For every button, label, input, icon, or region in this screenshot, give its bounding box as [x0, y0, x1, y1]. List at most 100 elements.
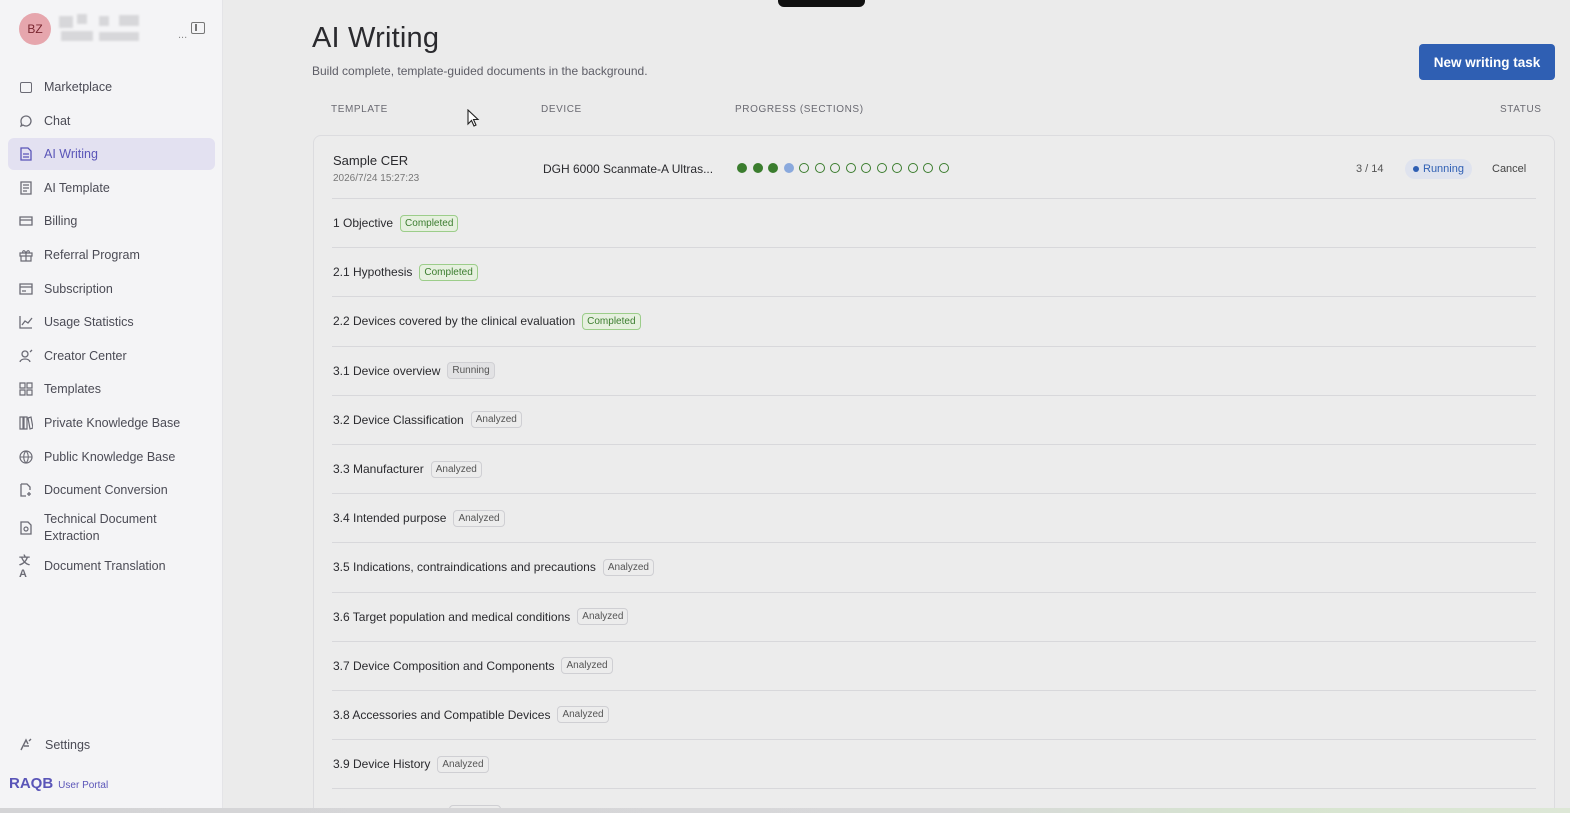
- section-status-badge: Analyzed: [453, 509, 505, 527]
- sidebar-item-label: Document Translation: [44, 558, 166, 573]
- section-row[interactable]: 3.2 Device Classification Analyzed: [332, 394, 1536, 444]
- sidebar-item-ai-template[interactable]: AI Template: [8, 172, 215, 204]
- section-progress: [737, 163, 954, 173]
- task-device: DGH 6000 Scanmate-A Ultras...: [543, 162, 714, 176]
- section-row[interactable]: 3.1 Device overview Running: [332, 345, 1536, 395]
- subscription-icon: [19, 282, 33, 296]
- progress-dot: [830, 163, 840, 173]
- section-row[interactable]: 3.8 Accessories and Compatible Devices An…: [332, 689, 1536, 739]
- progress-dot: [799, 163, 809, 173]
- section-row[interactable]: 2.2 Devices covered by the clinical eval…: [332, 296, 1536, 345]
- sidebar-item-templates[interactable]: Templates: [8, 373, 215, 405]
- progress-dot: [938, 163, 949, 173]
- section-row[interactable]: 1 Objective Completed: [332, 198, 1536, 247]
- progress-dot: [737, 163, 747, 173]
- section-status-badge: Analyzed: [561, 657, 613, 675]
- sidebar-item-technical-document-extraction[interactable]: Technical Document Extraction: [8, 508, 215, 548]
- section-row[interactable]: 2.1 Hypothesis Completed: [332, 247, 1536, 296]
- gift-icon: [19, 248, 33, 262]
- sidebar-item-label: Private Knowledge Base: [44, 415, 181, 430]
- section-row[interactable]: 3.6 Target population and medical condit…: [332, 591, 1536, 641]
- task-date: 2026/7/24 15:27:23: [333, 173, 420, 184]
- task-card[interactable]: Sample CER 2026/7/24 15:27:23 DGH 6000 S…: [313, 135, 1555, 813]
- column-header-template[interactable]: TEMPLATE: [331, 104, 388, 115]
- section-title: 3.5 Indications, contraindications and p…: [333, 560, 596, 575]
- sidebar-item-private-knowledge-base[interactable]: Private Knowledge Base: [8, 407, 215, 439]
- section-row[interactable]: 3.3 Manufacturer Analyzed: [332, 443, 1536, 493]
- user-icon: [19, 349, 33, 363]
- sidebar-item-document-translation[interactable]: 文A Document Translation: [8, 550, 215, 582]
- progress-dot: [892, 163, 902, 173]
- section-row[interactable]: 3.4 Intended purpose Analyzed: [332, 493, 1536, 542]
- sidebar-item-document-conversion[interactable]: Document Conversion: [8, 474, 215, 506]
- sidebar-item-subscription[interactable]: Subscription: [8, 273, 215, 305]
- sidebar-item-label: Document Conversion: [44, 483, 168, 498]
- section-status-badge: Analyzed: [557, 706, 609, 724]
- user-profile[interactable]: BZ ...: [19, 13, 219, 45]
- sidebar-item-label: Subscription: [44, 281, 113, 296]
- sidebar-item-chat[interactable]: Chat: [8, 105, 215, 137]
- chat-icon: [19, 114, 33, 128]
- page-subtitle: Build complete, template-guided document…: [312, 64, 648, 78]
- sidebar-item-label: Marketplace: [44, 80, 113, 94]
- collapse-sidebar-icon[interactable]: [191, 22, 205, 34]
- section-status-badge: Completed: [419, 263, 478, 281]
- section-title: 3.8 Accessories and Compatible Devices: [333, 707, 551, 722]
- document-icon: [19, 147, 33, 161]
- sidebar-item-public-knowledge-base[interactable]: Public Knowledge Base: [8, 441, 215, 473]
- progress-dot: [814, 163, 825, 173]
- sidebar-item-label: Usage Statistics: [44, 315, 134, 330]
- sidebar-item-billing[interactable]: Billing: [8, 205, 215, 237]
- section-status-badge: Analyzed: [577, 608, 629, 626]
- bottom-strip: [0, 808, 1570, 813]
- file-search-icon: [19, 521, 33, 535]
- section-list: 1 Objective Completed 2.1 Hypothesis Comple…: [332, 198, 1536, 813]
- section-title: 3.3 Manufacturer: [333, 462, 424, 477]
- column-header-progress[interactable]: PROGRESS (SECTIONS): [735, 104, 864, 115]
- cancel-button[interactable]: Cancel: [1492, 163, 1526, 175]
- sidebar-item-label: Referral Program: [44, 247, 140, 262]
- section-status-badge: Analyzed: [470, 411, 522, 429]
- sidebar-item-ai-writing[interactable]: AI Writing: [8, 138, 215, 171]
- sidebar-item-creator-center[interactable]: Creator Center: [8, 340, 215, 372]
- column-header-device[interactable]: DEVICE: [541, 104, 582, 115]
- progress-dot: [876, 163, 887, 173]
- section-status-badge: Completed: [582, 312, 641, 330]
- new-writing-task-button[interactable]: New writing task: [1419, 44, 1555, 80]
- portal-label: User Portal: [58, 780, 109, 791]
- user-name-ellipsis: ...: [178, 29, 188, 41]
- sidebar-item-label: Technical Document Extraction: [44, 511, 157, 543]
- template-icon: [19, 181, 33, 195]
- shop-icon: [19, 80, 33, 94]
- section-title: 3.2 Device Classification: [333, 412, 464, 427]
- section-title: 2.1 Hypothesis: [333, 265, 413, 280]
- globe-icon: [19, 449, 33, 464]
- settings-icon: [19, 738, 33, 752]
- sidebar-item-label: Creator Center: [44, 348, 127, 363]
- sidebar-item-usage-statistics[interactable]: Usage Statistics: [8, 306, 215, 338]
- progress-dot: [783, 163, 794, 173]
- section-title: 3.4 Intended purpose: [333, 511, 447, 526]
- settings-label: Settings: [45, 738, 91, 752]
- translate-icon: 文A: [19, 554, 30, 580]
- library-icon: [19, 416, 33, 430]
- file-convert-icon: [19, 483, 33, 497]
- settings-button[interactable]: Settings: [19, 734, 90, 756]
- sidebar-item-label: AI Writing: [44, 147, 98, 162]
- section-row[interactable]: 3.7 Device Composition and Components Ana…: [332, 640, 1536, 690]
- section-row[interactable]: 3.9 Device History Analyzed: [332, 739, 1536, 788]
- section-status-badge: Analyzed: [430, 460, 482, 478]
- sidebar-item-marketplace[interactable]: Marketplace: [8, 71, 215, 103]
- progress-dot: [923, 163, 933, 173]
- section-row[interactable]: 3.5 Indications, contraindications and p…: [332, 542, 1536, 591]
- brand: RAQB User Portal: [9, 775, 108, 792]
- avatar[interactable]: BZ: [19, 13, 51, 45]
- blurred-user-name: [59, 14, 159, 44]
- section-title: 2.2 Devices covered by the clinical eval…: [333, 314, 576, 329]
- progress-dot: [861, 163, 871, 173]
- progress-count: 3 / 14: [1356, 163, 1384, 175]
- chart-icon: [19, 315, 33, 329]
- mouse-cursor-icon: [467, 109, 480, 127]
- sidebar-item-referral-program[interactable]: Referral Program: [8, 239, 215, 271]
- column-header-status[interactable]: STATUS: [1500, 104, 1542, 115]
